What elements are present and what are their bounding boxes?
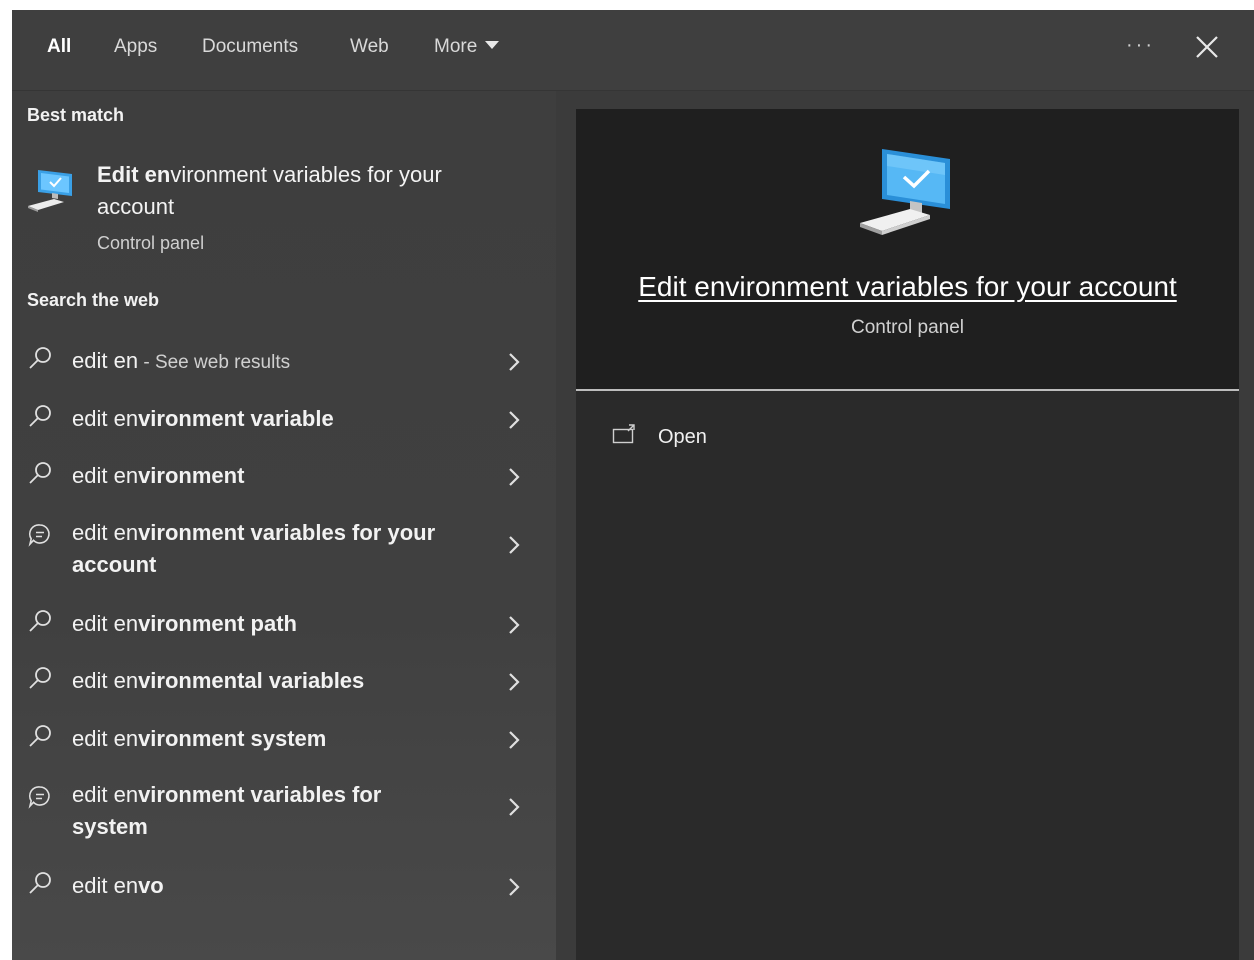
suggestion-text: edit environment — [72, 460, 472, 492]
web-suggestion-row[interactable]: edit environment variable — [12, 394, 556, 444]
tab-all[interactable]: All — [47, 36, 71, 58]
search-icon — [29, 725, 51, 747]
web-suggestion-row[interactable]: edit environment system — [12, 714, 556, 764]
suggestion-prefix: edit en — [72, 348, 139, 373]
chevron-right-icon — [509, 353, 520, 371]
chevron-right-icon — [509, 616, 520, 634]
open-action[interactable]: Open — [612, 423, 812, 453]
tab-more-label: More — [434, 36, 478, 57]
suggestion-prefix: edit en — [72, 520, 139, 545]
suggestion-text: edit envo — [72, 870, 472, 902]
web-suggestion-row[interactable]: edit environment path — [12, 599, 556, 649]
more-options-button[interactable]: ··· — [1126, 34, 1155, 57]
search-icon — [29, 405, 51, 427]
best-match-heading: Best match — [27, 105, 125, 125]
divider — [576, 389, 1239, 391]
suggestion-completion: vironmental variables — [138, 668, 365, 693]
tab-more[interactable]: More — [434, 36, 500, 58]
open-action-label: Open — [658, 426, 707, 448]
suggestion-text: edit environment path — [72, 608, 472, 640]
web-suggestion-row[interactable]: edit envo — [12, 861, 556, 911]
filter-bar: All Apps Documents Web More ··· — [12, 10, 1254, 91]
web-suggestion-row[interactable]: edit environment variables for your acco… — [12, 509, 556, 581]
close-icon[interactable] — [1192, 32, 1222, 62]
search-panel: All Apps Documents Web More ··· Best mat… — [12, 10, 1254, 960]
chevron-right-icon — [509, 468, 520, 486]
suggestion-prefix: edit en — [72, 611, 139, 636]
chevron-right-icon — [509, 731, 520, 749]
best-match-subtitle: Control panel — [97, 233, 205, 253]
suggestion-prefix: edit en — [72, 668, 139, 693]
suggestion-text: edit environment variables for your acco… — [72, 517, 472, 581]
tab-apps[interactable]: Apps — [114, 36, 157, 58]
suggestion-prefix: edit en — [72, 873, 139, 898]
suggestion-completion: vironment system — [138, 726, 327, 751]
tab-web[interactable]: Web — [350, 36, 389, 58]
suggestion-prefix: edit en — [72, 463, 139, 488]
search-icon — [29, 667, 51, 689]
search-icon — [29, 610, 51, 632]
preview-subtitle: Control panel — [850, 317, 965, 338]
suggestion-prefix: edit en — [72, 782, 139, 807]
web-suggestion-row[interactable]: edit environment — [12, 452, 556, 502]
control-panel-monitor-icon — [28, 170, 72, 212]
suggestion-completion: vironment variable — [138, 406, 334, 431]
chevron-right-icon — [509, 536, 520, 554]
suggestion-text: edit environment system — [72, 723, 472, 755]
search-icon — [29, 872, 51, 894]
suggestion-completion: vo — [138, 873, 164, 898]
chevron-right-icon — [509, 673, 520, 691]
chevron-right-icon — [509, 878, 520, 896]
suggestion-text: edit environment variable — [72, 403, 472, 435]
web-suggestion-row[interactable]: edit en - See web results — [12, 336, 556, 386]
suggestion-text: edit environment variables for system — [72, 779, 412, 843]
search-icon — [29, 462, 51, 484]
caret-down-icon — [485, 41, 500, 49]
best-match-title: Edit environment variables for your acco… — [97, 159, 457, 223]
web-suggestion-row[interactable]: edit environmental variables — [12, 657, 556, 707]
suggestion-hint: - See web results — [138, 352, 291, 373]
best-match-title-bold: Edit en — [97, 162, 171, 187]
suggestion-prefix: edit en — [72, 406, 139, 431]
preview-header: Edit environment variables for your acco… — [576, 109, 1239, 389]
chat-icon — [28, 786, 50, 809]
chevron-right-icon — [509, 798, 520, 816]
suggestion-text: edit en - See web results — [72, 345, 472, 379]
open-window-icon — [612, 424, 635, 444]
tab-documents[interactable]: Documents — [202, 36, 298, 58]
chat-icon — [28, 524, 50, 547]
suggestion-completion: vironment path — [138, 611, 297, 636]
search-web-heading: Search the web — [27, 290, 160, 310]
preview-title-link[interactable]: Edit environment variables for your acco… — [576, 271, 1239, 303]
results-pane: Best match Edit environment variables fo… — [12, 91, 556, 960]
preview-pane: Edit environment variables for your acco… — [576, 109, 1239, 960]
web-suggestion-row[interactable]: edit environment variables for system — [12, 771, 556, 843]
search-icon — [29, 347, 51, 369]
suggestion-prefix: edit en — [72, 726, 139, 751]
control-panel-monitor-icon — [860, 149, 950, 235]
chevron-right-icon — [509, 411, 520, 429]
suggestion-text: edit environmental variables — [72, 665, 472, 697]
suggestion-completion: vironment — [138, 463, 245, 488]
